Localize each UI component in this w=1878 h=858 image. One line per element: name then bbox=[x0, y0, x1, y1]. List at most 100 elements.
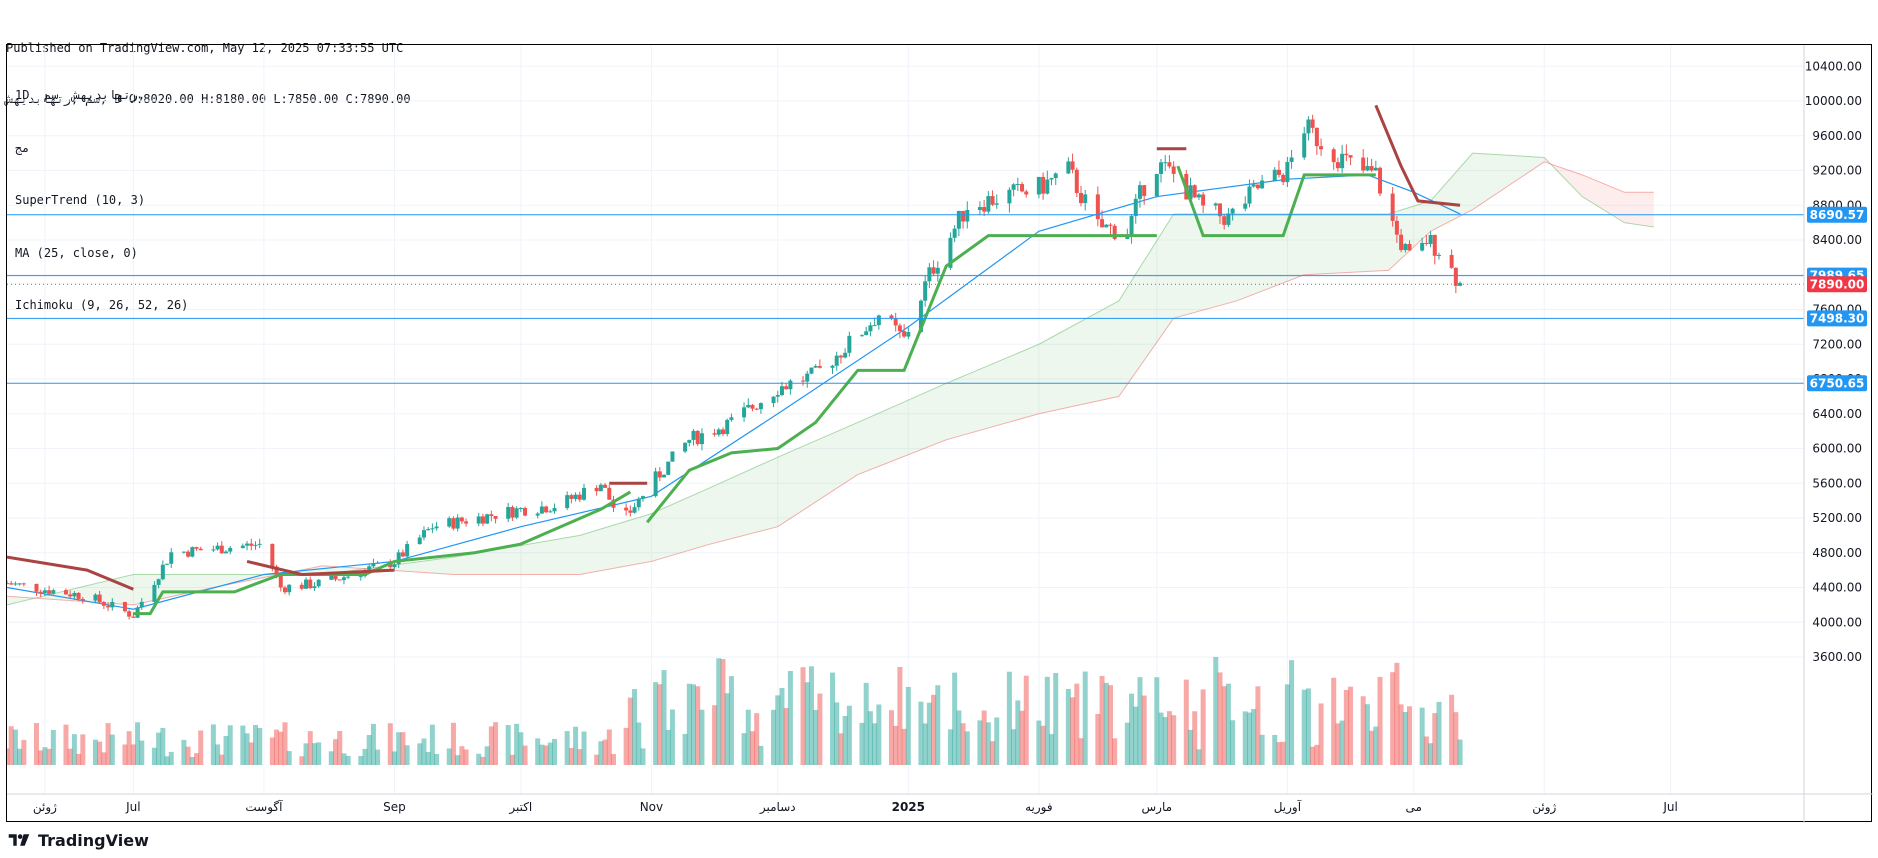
candle-body bbox=[1011, 184, 1016, 190]
candle-body bbox=[506, 507, 511, 519]
candle-body bbox=[624, 507, 629, 511]
candle-body bbox=[451, 518, 456, 529]
candle-body bbox=[565, 495, 570, 509]
candle-body bbox=[1369, 166, 1374, 171]
candle-body bbox=[282, 587, 287, 593]
candle-body bbox=[181, 551, 186, 553]
candle-body bbox=[1045, 179, 1050, 194]
candle-body bbox=[169, 552, 174, 564]
price-tick-label: 6400.00 bbox=[1812, 407, 1862, 421]
candle-body bbox=[598, 484, 603, 492]
candle-body bbox=[447, 518, 452, 527]
volume-bar bbox=[168, 751, 174, 765]
price-axis: 3600.00 4000.00 4400.00 4800.00 5200.00 5600.… bbox=[1805, 59, 1862, 664]
volume-bar bbox=[640, 748, 646, 765]
ichimoku-legend[interactable]: Ichimoku (9, 26, 52, 26) bbox=[15, 297, 188, 315]
candle-body bbox=[830, 365, 835, 368]
candle-body bbox=[371, 563, 376, 567]
candle-body bbox=[110, 601, 115, 608]
chart-frame[interactable]: 3600.00 4000.00 4400.00 4800.00 5200.00 5600.… bbox=[6, 44, 1873, 823]
candle-body bbox=[156, 579, 161, 585]
candle-body bbox=[607, 487, 612, 500]
candle-body bbox=[859, 335, 864, 337]
candle-body bbox=[750, 404, 755, 409]
price-chart[interactable]: 3600.00 4000.00 4400.00 4800.00 5200.00 5600.… bbox=[7, 45, 1873, 823]
candle-body bbox=[1108, 224, 1113, 226]
volume-bar bbox=[1112, 738, 1118, 765]
candle-body bbox=[721, 429, 725, 435]
candle-body bbox=[640, 496, 645, 499]
candle-body bbox=[455, 517, 460, 529]
volume-bar bbox=[610, 754, 616, 765]
volume-bar bbox=[1457, 739, 1463, 765]
candle-body bbox=[198, 548, 203, 551]
candle-body bbox=[746, 404, 751, 408]
cloud-segment bbox=[651, 487, 711, 562]
candle-body bbox=[489, 514, 494, 517]
candle-body bbox=[1024, 191, 1029, 195]
candle-body bbox=[1420, 242, 1425, 251]
candle-body bbox=[775, 395, 780, 397]
candle-body bbox=[38, 591, 43, 593]
volume-bar bbox=[50, 729, 56, 765]
candle-body bbox=[956, 210, 961, 229]
candle-body bbox=[1407, 244, 1412, 251]
candle-body bbox=[544, 506, 549, 513]
volume-bar bbox=[1377, 676, 1383, 765]
candle-body bbox=[742, 407, 747, 418]
candle-body bbox=[1041, 176, 1046, 194]
candle-body bbox=[1159, 162, 1164, 174]
candles bbox=[7, 114, 1463, 620]
candle-body bbox=[817, 366, 822, 368]
candle-body bbox=[7, 583, 9, 585]
volume-bar bbox=[80, 734, 86, 765]
ma-legend[interactable]: MA (25, close, 0) bbox=[15, 245, 188, 263]
volume-bar bbox=[434, 753, 440, 765]
volume-bar bbox=[227, 725, 233, 765]
candle-body bbox=[464, 521, 469, 524]
candle-body bbox=[952, 228, 957, 238]
candle-body bbox=[683, 442, 688, 452]
candle-body bbox=[1230, 208, 1235, 214]
volume-bar bbox=[198, 730, 204, 765]
tradingview-brand[interactable]: TradingView bbox=[6, 828, 149, 852]
candle-body bbox=[1390, 193, 1395, 221]
candle-body bbox=[577, 494, 582, 500]
cloud-segment bbox=[1582, 174, 1625, 223]
price-tick-label: 4400.00 bbox=[1812, 581, 1862, 595]
candle-body bbox=[299, 584, 304, 589]
candle-body bbox=[1302, 133, 1307, 158]
candle-body bbox=[245, 543, 250, 546]
candle-body bbox=[1192, 185, 1197, 198]
candle-body bbox=[131, 616, 136, 618]
candle-body bbox=[249, 543, 254, 546]
candle-body bbox=[906, 332, 911, 337]
candle-body bbox=[1251, 184, 1256, 187]
candle-body bbox=[838, 355, 843, 358]
volume-bar bbox=[345, 755, 351, 765]
time-tick-label: 2025 bbox=[892, 800, 925, 814]
candle-body bbox=[573, 494, 578, 499]
candle-body bbox=[1070, 161, 1075, 170]
time-tick-label: اکتبر bbox=[508, 800, 532, 815]
candle-body bbox=[788, 380, 793, 390]
volume-bar bbox=[787, 670, 793, 765]
candle-body bbox=[1361, 157, 1366, 171]
candle-body bbox=[771, 396, 776, 404]
supertrend-legend[interactable]: SuperTrend (10, 3) bbox=[15, 192, 188, 210]
candle-body bbox=[1432, 234, 1437, 256]
volume-bars bbox=[7, 656, 1463, 765]
candle-body bbox=[801, 380, 806, 382]
candle-body bbox=[211, 549, 216, 551]
candle-body bbox=[603, 484, 608, 488]
volume-bar bbox=[994, 717, 1000, 765]
volume-bar bbox=[1171, 715, 1177, 765]
candle-body bbox=[430, 528, 435, 530]
candle-body bbox=[1453, 267, 1458, 286]
candle-body bbox=[666, 461, 671, 475]
price-tick-label: 9200.00 bbox=[1812, 164, 1862, 178]
time-tick-label: Sep bbox=[383, 800, 406, 814]
candle-body bbox=[594, 487, 599, 492]
candle-body bbox=[190, 547, 195, 557]
price-line-tag-text: 8690.57 bbox=[1810, 208, 1865, 222]
